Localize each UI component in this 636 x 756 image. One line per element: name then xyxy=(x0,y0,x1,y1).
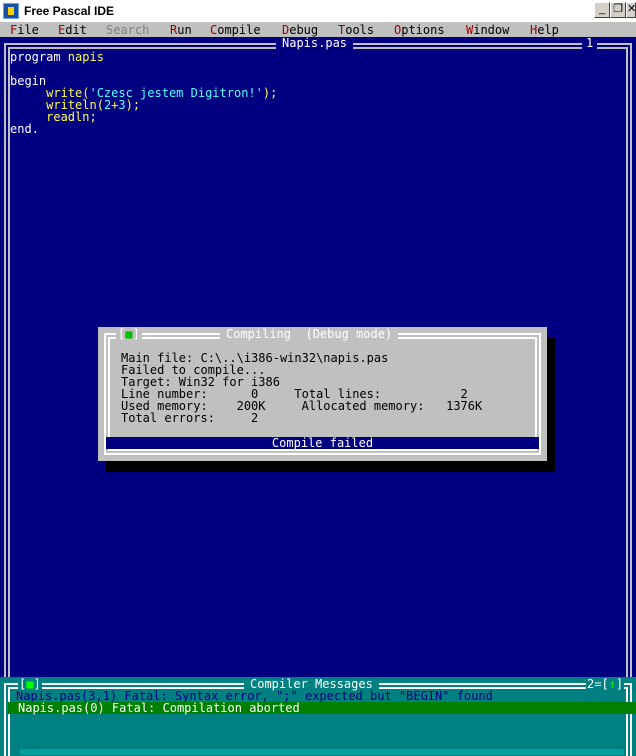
message-text: Napis.pas(0) Fatal: Compilation aborted xyxy=(18,701,300,715)
menu-debug-label: ebug xyxy=(289,23,319,37)
code-identifier: readln; xyxy=(46,110,97,124)
compiler-messages-window[interactable]: [■] Compiler Messages 2=[↑] Napis.pas(3,… xyxy=(0,677,636,756)
code-number: 3 xyxy=(118,98,126,112)
menu-search[interactable]: Search xyxy=(106,24,149,36)
editor-title: Napis.pas xyxy=(276,37,354,49)
menu-tools[interactable]: Tools xyxy=(338,24,374,36)
menu-bar: File Edit Search Run Compile Debug Tools… xyxy=(0,23,636,37)
code-paren: ); xyxy=(125,98,141,112)
window-titlebar[interactable]: Free Pascal IDE _ ❐ ✕ xyxy=(0,0,636,23)
messages-frame-separator: =[ xyxy=(594,677,609,691)
menu-compile[interactable]: Compile xyxy=(210,24,261,36)
code-line-7[interactable]: end. xyxy=(10,123,39,135)
menu-edit-label: dit xyxy=(65,23,87,37)
message-item-selected[interactable]: Napis.pas(0) Fatal: Compilation aborted xyxy=(8,702,636,714)
dialog-total-errors: Total errors: 2 xyxy=(121,411,259,425)
dialog-title: Compiling (Debug mode) xyxy=(220,328,399,340)
menu-compile-label: ompile xyxy=(217,23,261,37)
messages-window-controls[interactable]: 2=[↑] xyxy=(586,677,625,691)
menu-options[interactable]: Options xyxy=(394,24,445,36)
dialog-close-button[interactable]: [■] xyxy=(116,328,142,340)
menu-search-label: earch xyxy=(113,23,150,37)
compiling-dialog[interactable]: [■] Compiling (Debug mode) Main file: C:… xyxy=(98,327,547,461)
menu-debug[interactable]: Debug xyxy=(282,24,318,36)
menu-window[interactable]: Window xyxy=(466,24,509,36)
compile-status: Compile failed xyxy=(271,436,374,450)
window-title: Free Pascal IDE xyxy=(24,4,115,18)
menu-file[interactable]: File xyxy=(10,24,39,36)
menu-help[interactable]: Help xyxy=(530,24,559,36)
menu-run[interactable]: Run xyxy=(170,24,192,36)
menu-options-label: ptions xyxy=(401,23,445,37)
restore-button[interactable]: ❐ xyxy=(610,2,626,18)
code-keyword: program xyxy=(10,50,68,64)
minimize-button[interactable]: _ xyxy=(594,2,610,18)
maximize-arrow-icon[interactable]: ↑ xyxy=(609,677,616,691)
code-paren: ); xyxy=(262,86,278,100)
menu-file-label: ile xyxy=(17,23,39,37)
free-pascal-app-icon xyxy=(3,3,19,19)
messages-bracket: ] xyxy=(615,677,624,691)
code-paren: ( xyxy=(96,98,104,112)
menu-edit[interactable]: Edit xyxy=(58,24,87,36)
menu-run-label: un xyxy=(177,23,192,37)
code-identifier: napis xyxy=(67,50,104,64)
compile-status-bar: Compile failed xyxy=(106,437,539,449)
menu-help-label: elp xyxy=(537,23,559,37)
close-bracket: ] xyxy=(132,327,140,341)
code-line-1[interactable]: program napis xyxy=(10,51,104,63)
code-keyword: end. xyxy=(10,122,39,136)
editor-window-number: 1 xyxy=(582,37,598,49)
menu-tools-label: ools xyxy=(345,23,375,37)
menu-window-label: indow xyxy=(473,23,510,37)
messages-horizontal-scrollbar[interactable] xyxy=(20,749,624,755)
close-button[interactable]: ✕ xyxy=(626,2,636,18)
